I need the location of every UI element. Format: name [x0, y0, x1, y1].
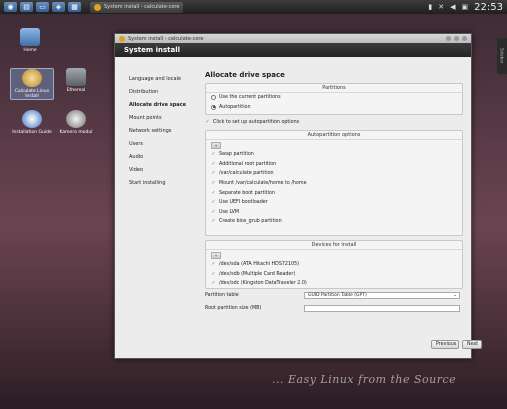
- option-row[interactable]: ✓ Swap partition: [206, 150, 462, 160]
- check-icon[interactable]: ✓: [211, 219, 216, 224]
- page-title: Allocate drive space: [205, 71, 285, 79]
- terminal-icon[interactable]: ▭: [36, 2, 49, 12]
- window-header: System install: [115, 43, 471, 57]
- option-row[interactable]: ✓ Separate boot partition: [206, 188, 462, 198]
- close-icon[interactable]: [462, 36, 467, 41]
- system-tray: ▮ ✕ ◀ ▣ 22:53: [428, 0, 503, 14]
- option-row[interactable]: ✓ Use UEFI bootloader: [206, 198, 462, 208]
- partitions-group-title: Partitions: [206, 84, 462, 93]
- autopart-options-checkbox-row[interactable]: ✓ Click to set up autopartition options: [205, 118, 299, 127]
- volume-icon[interactable]: ◀: [450, 3, 455, 11]
- option-row[interactable]: ✓/var/calculate partition: [206, 169, 462, 179]
- desktop-icon-installation-guide[interactable]: Installation Guide: [10, 110, 54, 135]
- autopart-toggle-all-button[interactable]: +: [211, 142, 221, 149]
- check-icon[interactable]: ✓: [211, 209, 216, 215]
- installer-window: System install - calculate-core System i…: [114, 33, 482, 359]
- autopart-options-title: Autopartition options: [206, 131, 462, 140]
- file-manager-icon[interactable]: ▤: [20, 2, 33, 12]
- check-icon[interactable]: ✓: [211, 262, 216, 267]
- help-guide-icon: [22, 110, 42, 128]
- sidebar-item-video[interactable]: Video: [129, 164, 197, 177]
- root-size-input[interactable]: [304, 305, 460, 312]
- use-current-radio-row[interactable]: Use the current partitions: [206, 93, 462, 103]
- disk-install-icon: [22, 69, 42, 87]
- device-row[interactable]: ✓/dev/sda (ATA Hitachi HDS72105): [206, 260, 462, 270]
- previous-button[interactable]: Previous: [431, 340, 459, 349]
- devices-group-title: Devices for install: [206, 241, 462, 250]
- taskbar-item-installer[interactable]: System install - calculate-core: [90, 1, 184, 13]
- top-panel: ◉ ▤ ▭ ◈ ▦ System install - calculate-cor…: [0, 0, 507, 14]
- camera-icon: [66, 110, 86, 128]
- partition-table-select[interactable]: GUID Partition Table (GPT) ⌄: [304, 292, 460, 299]
- sidebar-item-language[interactable]: Language and locale: [129, 73, 197, 86]
- check-icon[interactable]: ✓: [211, 181, 216, 186]
- devices-toggle-all-button[interactable]: +: [211, 252, 221, 259]
- option-row[interactable]: ✓ Create bios_grub partition: [206, 217, 462, 227]
- desktop-icon-camera[interactable]: Kamera modul: [54, 110, 98, 135]
- autopartition-radio-row[interactable]: Autopartition: [206, 103, 462, 113]
- network-icon[interactable]: ✕: [438, 3, 444, 11]
- battery-icon[interactable]: ▮: [428, 3, 432, 11]
- check-icon[interactable]: ✓: [211, 271, 216, 277]
- desktop-icon-calculate-install[interactable]: Calculate Linux Install: [10, 68, 54, 100]
- desktop-slogan: ... Easy Linux from the Source: [272, 373, 457, 386]
- sidebar-item-allocate-drive[interactable]: Allocate drive space: [129, 99, 197, 112]
- check-icon[interactable]: ✓: [211, 161, 216, 167]
- autopart-options-group: Autopartition options + ✓ Swap partition …: [205, 130, 463, 236]
- partition-table-label: Partition table: [205, 293, 239, 298]
- sidebar-item-audio[interactable]: Audio: [129, 151, 197, 164]
- sidebar-item-network[interactable]: Network settings: [129, 125, 197, 138]
- chevron-down-icon: ⌄: [453, 293, 457, 298]
- minimize-icon[interactable]: [446, 36, 451, 41]
- check-icon[interactable]: ✓: [211, 200, 216, 205]
- sidebar-item-users[interactable]: Users: [129, 138, 197, 151]
- use-current-radio[interactable]: [211, 95, 216, 101]
- device-row[interactable]: ✓/dev/sdb (Multiple Card Reader): [206, 270, 462, 280]
- root-size-label: Root partition size (MB): [205, 306, 262, 311]
- app-menu-icon[interactable]: ◉: [4, 2, 17, 12]
- clock[interactable]: 22:53: [474, 2, 503, 13]
- next-button[interactable]: Next: [462, 340, 482, 349]
- desktop-icon-home[interactable]: Home: [8, 28, 52, 53]
- check-icon[interactable]: ✓: [211, 281, 216, 286]
- check-icon[interactable]: ✓: [211, 190, 216, 196]
- option-row[interactable]: ✓ Mount /var/calculate/home to /home: [206, 179, 462, 189]
- check-icon[interactable]: ✓: [211, 171, 216, 176]
- maximize-icon[interactable]: [454, 36, 459, 41]
- devices-group: Devices for install + ✓/dev/sda (ATA Hit…: [205, 240, 463, 289]
- steps-sidebar: Language and locale Distribution Allocat…: [115, 57, 197, 358]
- keyboard-icon[interactable]: ▣: [462, 3, 469, 11]
- device-row[interactable]: ✓/dev/sdc (Kingston DataTraveler 2.0): [206, 279, 462, 289]
- autopartition-radio[interactable]: [211, 104, 216, 110]
- network-monitor-icon: [66, 68, 86, 86]
- option-row[interactable]: ✓ Use LVM: [206, 208, 462, 218]
- partitions-group: Partitions Use the current partitions Au…: [205, 83, 463, 115]
- sidebar-item-mount-points[interactable]: Mount points: [129, 112, 197, 125]
- window-titlebar[interactable]: System install - calculate-core: [115, 34, 471, 43]
- autopart-options-checkbox[interactable]: ✓: [205, 120, 210, 125]
- desktop-icon-ethereal[interactable]: Ethereal: [54, 68, 98, 93]
- browser-icon[interactable]: ◈: [52, 2, 65, 12]
- check-icon[interactable]: ✓: [211, 152, 216, 157]
- home-folder-icon: [20, 28, 40, 46]
- sidebar-item-start-installing[interactable]: Start installing: [129, 177, 197, 190]
- option-row[interactable]: ✓ Additional root partition: [206, 160, 462, 170]
- sidebar-item-distribution[interactable]: Distribution: [129, 86, 197, 99]
- window-app-icon: [119, 35, 125, 42]
- taskbar-item-label: System install - calculate-core: [104, 4, 180, 10]
- window-title: System install - calculate-core: [128, 35, 204, 42]
- installer-task-icon: [94, 3, 101, 11]
- side-panel-handle[interactable]: Sidebar: [497, 38, 507, 74]
- desktop-icon[interactable]: ▦: [68, 2, 81, 12]
- main-content: Allocate drive space Partitions Use the …: [201, 57, 482, 358]
